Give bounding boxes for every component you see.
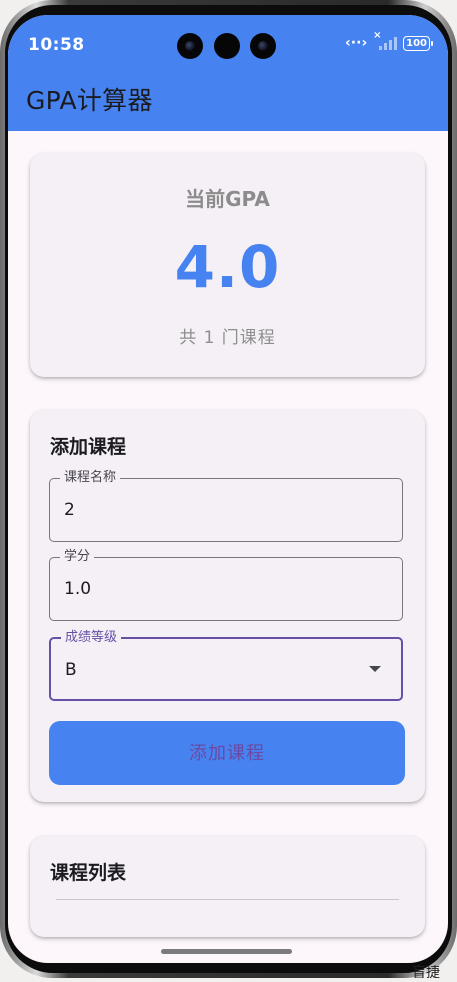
course-list-title: 课程列表 bbox=[50, 862, 127, 884]
app-title: GPA计算器 bbox=[26, 86, 153, 115]
course-list-card: 课程列表 bbox=[30, 836, 425, 937]
app-screen: 10:58 ‹··› × 100 GPA计算器 当前GPA 4.0 共 1 门课… bbox=[8, 15, 448, 963]
grade-dropdown[interactable]: 成绩等级 B bbox=[49, 630, 403, 701]
course-name-label: 课程名称 bbox=[60, 470, 121, 486]
app-bar: 10:58 ‹··› × 100 GPA计算器 bbox=[8, 15, 448, 131]
status-time: 10:58 bbox=[28, 35, 85, 55]
home-indicator[interactable] bbox=[161, 949, 292, 954]
gpa-value: 4.0 bbox=[174, 233, 281, 301]
battery-icon: 100 bbox=[403, 35, 433, 51]
nfc-icon: ‹··› bbox=[345, 35, 368, 51]
dropdown-arrow-icon[interactable] bbox=[369, 666, 381, 672]
gpa-summary-card: 当前GPA 4.0 共 1 门课程 bbox=[30, 153, 425, 377]
camera-left-icon bbox=[177, 33, 203, 59]
course-name-value: 2 bbox=[64, 500, 75, 520]
grade-label: 成绩等级 bbox=[61, 630, 122, 646]
credit-field[interactable]: 学分 1.0 bbox=[49, 549, 403, 621]
camera-right-icon bbox=[250, 33, 276, 59]
camera-center-icon bbox=[214, 33, 240, 59]
gpa-label: 当前GPA bbox=[185, 187, 270, 211]
signal-icon: × bbox=[373, 30, 399, 51]
course-count: 共 1 门课程 bbox=[179, 328, 276, 348]
add-course-title: 添加课程 bbox=[50, 436, 127, 458]
add-course-card: 添加课程 课程名称 2 学分 1.0 成绩等级 B 添加课程 bbox=[30, 410, 425, 802]
corner-text: 盲捷 bbox=[412, 965, 440, 981]
list-divider bbox=[56, 899, 399, 900]
grade-value: B bbox=[65, 660, 77, 680]
credit-value: 1.0 bbox=[64, 579, 92, 599]
credit-label: 学分 bbox=[60, 549, 95, 565]
course-name-field[interactable]: 课程名称 2 bbox=[49, 470, 403, 542]
status-icons: ‹··› × 100 bbox=[343, 30, 433, 51]
add-course-button[interactable]: 添加课程 bbox=[49, 721, 405, 785]
